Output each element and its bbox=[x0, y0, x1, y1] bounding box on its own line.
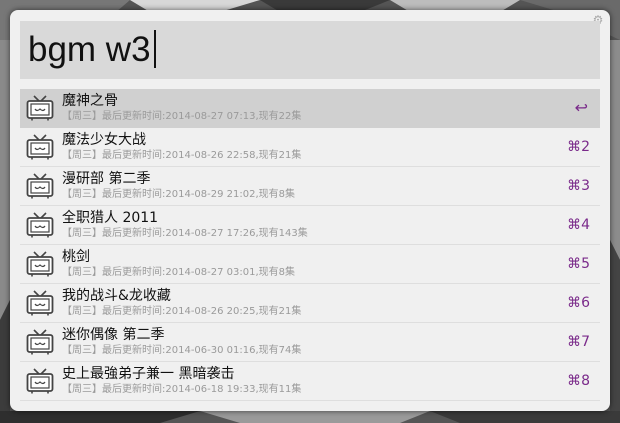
search-input[interactable]: bgm w3 bbox=[28, 29, 156, 71]
result-subtitle: 【周三】最后更新时间:2014-08-26 20:25,现有21集 bbox=[62, 306, 302, 317]
tv-icon bbox=[26, 251, 54, 277]
result-subtitle: 【周三】最后更新时间:2014-06-18 19:33,现有11集 bbox=[62, 384, 302, 395]
tv-icon bbox=[26, 368, 54, 394]
result-title: 史上最強弟子兼一 黑暗袭击 bbox=[62, 366, 235, 382]
search-query: bgm w3 bbox=[28, 30, 151, 69]
tv-icon bbox=[26, 134, 54, 160]
result-subtitle: 【周三】最后更新时间:2014-06-30 01:16,现有74集 bbox=[62, 345, 302, 356]
launcher-window: ⚙ bgm w3 魔神之骨 【周三】最后更新时间:2014-08-27 07:1… bbox=[10, 10, 610, 411]
result-title: 全职猎人 2011 bbox=[62, 210, 159, 226]
result-subtitle: 【周三】最后更新时间:2014-08-27 07:13,现有22集 bbox=[62, 111, 302, 122]
result-title: 魔神之骨 bbox=[62, 93, 118, 109]
result-shortcut: ⌘7 bbox=[567, 334, 590, 350]
result-title: 漫研部 第二季 bbox=[62, 171, 151, 187]
result-row[interactable]: 桃剑 【周三】最后更新时间:2014-08-27 03:01,现有8集 ⌘5 bbox=[20, 245, 600, 284]
result-title: 魔法少女大战 bbox=[62, 132, 146, 148]
result-row[interactable]: 我的战斗&龙收藏 【周三】最后更新时间:2014-08-26 20:25,现有2… bbox=[20, 284, 600, 323]
result-row[interactable]: 史上最強弟子兼一 黑暗袭击 【周三】最后更新时间:2014-06-18 19:3… bbox=[20, 362, 600, 401]
result-title: 迷你偶像 第二季 bbox=[62, 327, 165, 343]
result-row[interactable]: 魔神之骨 【周三】最后更新时间:2014-08-27 07:13,现有22集 ↩ bbox=[20, 89, 600, 128]
result-shortcut: ⌘3 bbox=[567, 178, 590, 194]
result-row[interactable]: 魔法少女大战 【周三】最后更新时间:2014-08-26 22:58,现有21集… bbox=[20, 128, 600, 167]
results-list: 魔神之骨 【周三】最后更新时间:2014-08-27 07:13,现有22集 ↩… bbox=[20, 89, 600, 401]
result-subtitle: 【周三】最后更新时间:2014-08-27 03:01,现有8集 bbox=[62, 267, 296, 278]
result-title: 桃剑 bbox=[62, 249, 90, 265]
return-key-shortcut: ↩ bbox=[574, 98, 588, 117]
result-row[interactable]: 漫研部 第二季 【周三】最后更新时间:2014-08-29 21:02,现有8集… bbox=[20, 167, 600, 206]
tv-icon bbox=[26, 329, 54, 355]
result-subtitle: 【周三】最后更新时间:2014-08-29 21:02,现有8集 bbox=[62, 189, 296, 200]
result-shortcut: ⌘6 bbox=[567, 295, 590, 311]
result-row[interactable]: 迷你偶像 第二季 【周三】最后更新时间:2014-06-30 01:16,现有7… bbox=[20, 323, 600, 362]
result-subtitle: 【周三】最后更新时间:2014-08-26 22:58,现有21集 bbox=[62, 150, 302, 161]
tv-icon bbox=[26, 212, 54, 238]
result-row[interactable]: 全职猎人 2011 【周三】最后更新时间:2014-08-27 17:26,现有… bbox=[20, 206, 600, 245]
result-title: 我的战斗&龙收藏 bbox=[62, 288, 171, 304]
search-box[interactable]: bgm w3 bbox=[20, 21, 600, 79]
result-shortcut: ⌘5 bbox=[567, 256, 590, 272]
text-caret bbox=[153, 30, 156, 68]
result-shortcut: ⌘2 bbox=[567, 139, 590, 155]
result-shortcut: ⌘4 bbox=[567, 217, 590, 233]
tv-icon bbox=[26, 290, 54, 316]
tv-icon bbox=[26, 95, 54, 121]
result-subtitle: 【周三】最后更新时间:2014-08-27 17:26,现有143集 bbox=[62, 228, 308, 239]
result-shortcut: ⌘8 bbox=[567, 373, 590, 389]
tv-icon bbox=[26, 173, 54, 199]
